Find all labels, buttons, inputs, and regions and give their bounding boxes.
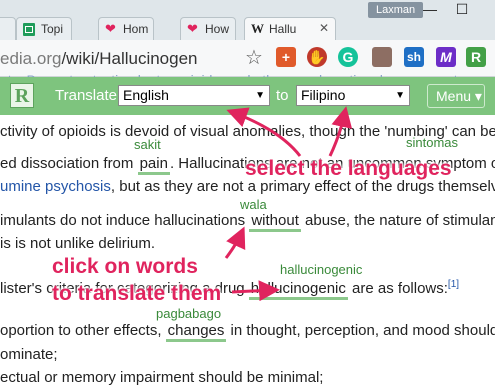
annotation-arrows [224, 106, 353, 302]
arrow-to-source-language [226, 107, 302, 157]
annotation-click-words: click on words [52, 255, 198, 278]
arrow-to-target-language [328, 106, 353, 157]
arrow-to-word-hallucinogenic [231, 280, 280, 302]
arrow-to-word-without [224, 226, 246, 259]
annotation-translate-them: to translate them [52, 282, 222, 305]
annotation-select-languages: select the languages [245, 157, 452, 180]
